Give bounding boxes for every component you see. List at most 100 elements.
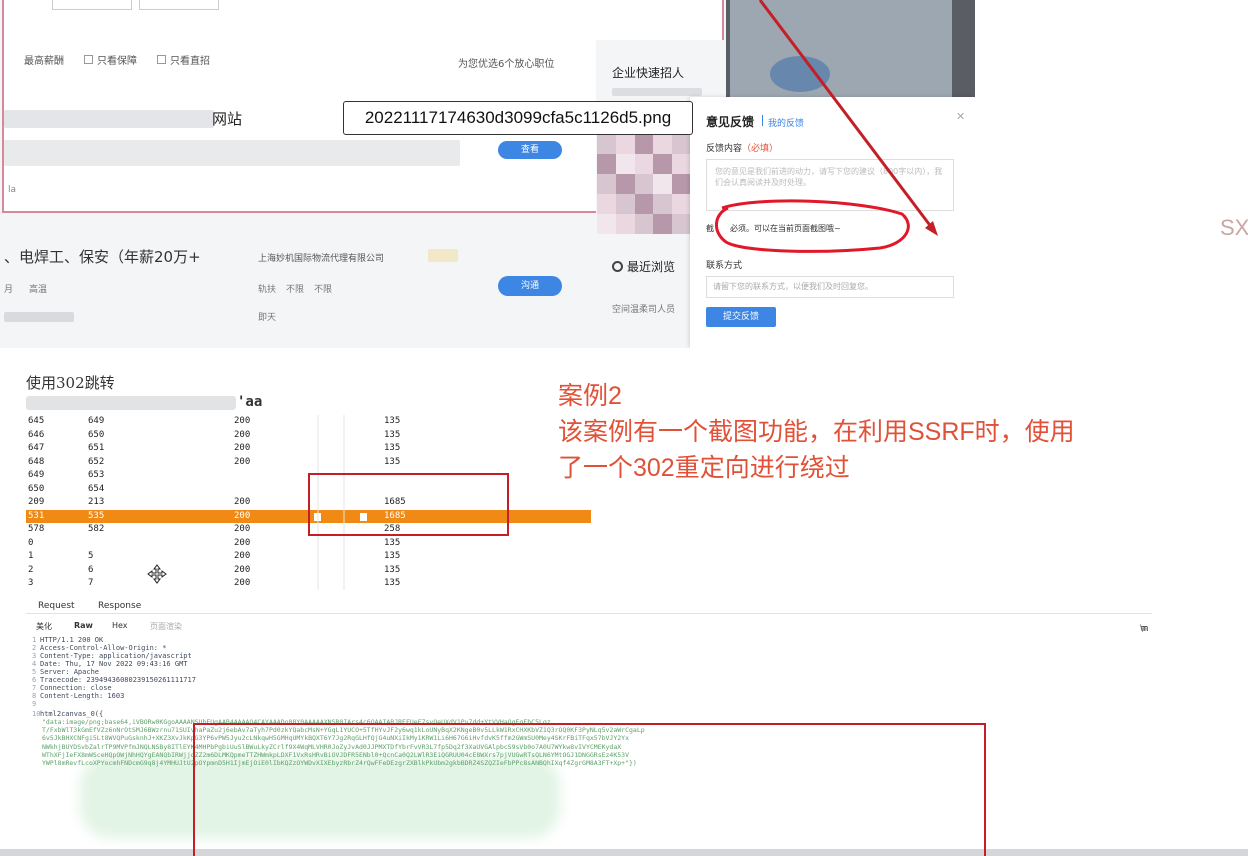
blurred-subtitle bbox=[612, 88, 702, 96]
job2-tag bbox=[428, 249, 458, 262]
checkbox-icon[interactable] bbox=[360, 512, 367, 521]
contact-input[interactable]: 请留下您的联系方式，以便我们及时回复您。 bbox=[706, 276, 954, 298]
code-line: 1 HTTP/1.1 200 OK bbox=[32, 636, 104, 644]
job2-meta-left: 月 高温 bbox=[4, 282, 47, 295]
case-line: 了一个302重定向进行绕过 bbox=[558, 454, 850, 482]
table-row[interactable]: 0 200 135 bbox=[26, 537, 591, 551]
filter-top-salary[interactable]: 最高薪酬 bbox=[24, 52, 64, 67]
screenshot-row: 截 必须。可以在当前页面截图哦~ bbox=[706, 223, 841, 234]
recent-browse[interactable]: 最近浏览 bbox=[612, 258, 675, 275]
section-title: 使用302跳转 bbox=[26, 374, 115, 392]
checkbox-icon[interactable] bbox=[314, 512, 321, 521]
code-line: 7 Connection: close bbox=[32, 684, 112, 692]
table-row[interactable]: 646 650 200 135 bbox=[26, 429, 591, 443]
case-title: 案例2 bbox=[558, 382, 622, 410]
code-line: 4 Date: Thu, 17 Nov 2022 09:43:16 GMT bbox=[32, 660, 188, 668]
table-row[interactable]: 650 654 bbox=[26, 483, 591, 497]
filename-tooltip: 20221117174630d3099cfa5c1126d5.png bbox=[343, 101, 693, 135]
recommend-text: 为您优选6个放心职位 bbox=[458, 59, 555, 70]
job2-meta-item: 不限 bbox=[314, 285, 333, 295]
backdrop-shape bbox=[770, 56, 830, 92]
screenshot-option[interactable]: 必须。可以在当前页面截图哦~ bbox=[730, 223, 841, 234]
chat-button[interactable]: 沟通 bbox=[498, 276, 562, 296]
quick-hire-title[interactable]: 企业快速招人 bbox=[612, 64, 684, 81]
filter-guarantee[interactable]: 只看保障 bbox=[84, 52, 137, 67]
blurred-url bbox=[26, 396, 236, 410]
my-feedback-link[interactable]: 我的反馈 bbox=[768, 116, 804, 129]
screenshot-panel: 最高薪酬 只看保障 只看直招 为您优选6个放心职位 网站 la 查看 20221… bbox=[0, 0, 975, 348]
side-watermark: SX bbox=[1220, 215, 1248, 240]
code-line: 2 Access-Control-Allow-Origin: * bbox=[32, 644, 167, 652]
feedback-dialog: 意见反馈 我的反馈 ✕ 反馈内容（必填） 您的意见是我们前进的动力，请写下您的建… bbox=[690, 97, 975, 348]
view-hex[interactable]: Hex bbox=[112, 621, 128, 630]
response-body[interactable]: 1 HTTP/1.1 200 OK 2 Access-Control-Allow-O… bbox=[32, 636, 1152, 842]
code-line: 10 html2canvas_0({ bbox=[32, 710, 104, 718]
job2-title[interactable]: 、电焊工、保安（年薪20万+ bbox=[4, 246, 201, 267]
job2-meta-item: 轨扶 bbox=[258, 285, 277, 295]
table-row[interactable]: 209 213 200 1685 bbox=[26, 496, 591, 510]
code-line: 3 Content-Type: application/javascript bbox=[32, 652, 192, 660]
filter-bar: 最高薪酬 只看保障 只看直招 bbox=[24, 52, 210, 67]
view-render[interactable]: 页面渲染 bbox=[150, 621, 182, 632]
filter-direct[interactable]: 只看直招 bbox=[157, 52, 210, 67]
case-annotation: 案例2 该案例有一个截图功能，在利用SSRF时，使用 了一个302重定向进行绕过 bbox=[558, 378, 1075, 486]
table-row[interactable]: 647 651 200 135 bbox=[26, 442, 591, 456]
checkbox-icon[interactable] bbox=[157, 55, 166, 64]
table-row-selected[interactable]: 531 535 200 1685 bbox=[26, 509, 591, 523]
contact-label: 联系方式 bbox=[706, 261, 743, 271]
base64-line: T/FxbWlT3kGmEfVZz6nNrOtSMJ6BWzrnu71SUIvh… bbox=[42, 726, 645, 735]
job2-company[interactable]: 上海妙机国际物流代理有限公司 bbox=[258, 251, 384, 264]
search-input-stub[interactable] bbox=[52, 0, 132, 10]
table-row[interactable]: 648 652 200 135 bbox=[26, 456, 591, 470]
blurred-job-desc bbox=[4, 140, 460, 166]
checkbox-icon[interactable] bbox=[84, 55, 93, 64]
code-line: 8 Content-Length: 1603 bbox=[32, 692, 125, 700]
table-row[interactable]: 649 653 bbox=[26, 469, 591, 483]
table-row[interactable]: 3 7 200 135 bbox=[26, 577, 591, 591]
job-title-suffix[interactable]: 网站 bbox=[212, 108, 242, 129]
intruder-results-table: 645 649 200 135 646 650 200 135 647 651 200 135 6… bbox=[26, 415, 591, 591]
code-line: 5 Server: Apache bbox=[32, 668, 100, 676]
dialog-title: 意见反馈 bbox=[706, 115, 755, 129]
case-line: 该案例有一个截图功能，在利用SSRF时，使用 bbox=[558, 418, 1075, 446]
feedback-textarea[interactable]: 您的意见是我们前进的动力，请写下您的建议（800字以内），我们会认真阅读并及时处… bbox=[706, 159, 954, 211]
job2-meta-item: 高温 bbox=[29, 285, 48, 295]
job2-meta-right: 轨扶 不限 不限 bbox=[258, 282, 332, 295]
blurred-job-title bbox=[4, 110, 214, 128]
view-button[interactable]: 查看 bbox=[498, 141, 562, 159]
table-row[interactable]: 578 582 200 258 bbox=[26, 523, 591, 537]
base64-line: 6v5JkBHXCNFgi5Lt8WVQPuGsknhJ+XKZ3XvJkKpG… bbox=[42, 734, 629, 743]
request-response-tabs: Request Response bbox=[26, 598, 1152, 614]
tab-request[interactable]: Request bbox=[38, 601, 75, 611]
submit-feedback-button[interactable]: 提交反馈 bbox=[706, 307, 776, 327]
url-suffix: 'aa bbox=[237, 394, 263, 410]
blurred-job2-extra bbox=[4, 312, 74, 322]
close-icon[interactable]: ✕ bbox=[956, 110, 965, 123]
base64-line: YWPl8mRevfLcoXPYocmhFNDcmG9q8j4YMHUJtU2p… bbox=[42, 758, 637, 767]
base64-line: WThXFjIeFX8mWSceHQpOWjNhHQYgEANQbIRWjjqZ… bbox=[42, 750, 629, 759]
table-row[interactable]: 1 5 200 135 bbox=[26, 550, 591, 564]
table-row[interactable]: 2 6 200 135 bbox=[26, 564, 591, 578]
code-line: 9 bbox=[32, 700, 37, 708]
base64-line: NWkhjBUYDSvbZalrTP9MVPfmJNQLNSBy8ITlEYK4… bbox=[42, 742, 622, 751]
recent-item[interactable]: 空间温柔司人员 bbox=[612, 302, 675, 315]
content-label: 反馈内容（必填） bbox=[706, 144, 779, 154]
response-toolbar: 美化 Raw Hex 页面渲染 ≡ \n ≡ bbox=[26, 618, 1152, 634]
job2-meta-item: 不限 bbox=[286, 285, 305, 295]
job2-extra: 即天 bbox=[258, 313, 277, 323]
mosaic-image bbox=[597, 134, 691, 234]
required-mark: （必填） bbox=[742, 144, 779, 154]
view-raw[interactable]: Raw bbox=[74, 621, 93, 630]
base64-line: "data:image/png;base64,iVBORw0KGgoAAAANS… bbox=[42, 718, 551, 726]
view-pretty[interactable]: 美化 bbox=[36, 621, 52, 632]
search-select-stub[interactable] bbox=[139, 0, 219, 10]
code-line: 6 Tracecode: 23949436080239150261111717 bbox=[32, 676, 196, 684]
tab-response[interactable]: Response bbox=[98, 601, 141, 611]
bottom-scrollbar[interactable] bbox=[0, 849, 1248, 856]
table-row[interactable]: 645 649 200 135 bbox=[26, 415, 591, 429]
backdrop-image bbox=[730, 0, 952, 100]
title-separator bbox=[762, 115, 763, 126]
menu-icon[interactable]: ≡ bbox=[1140, 624, 1148, 634]
screenshot-label: 截 bbox=[706, 224, 714, 233]
job2-meta-item: 月 bbox=[4, 285, 14, 295]
